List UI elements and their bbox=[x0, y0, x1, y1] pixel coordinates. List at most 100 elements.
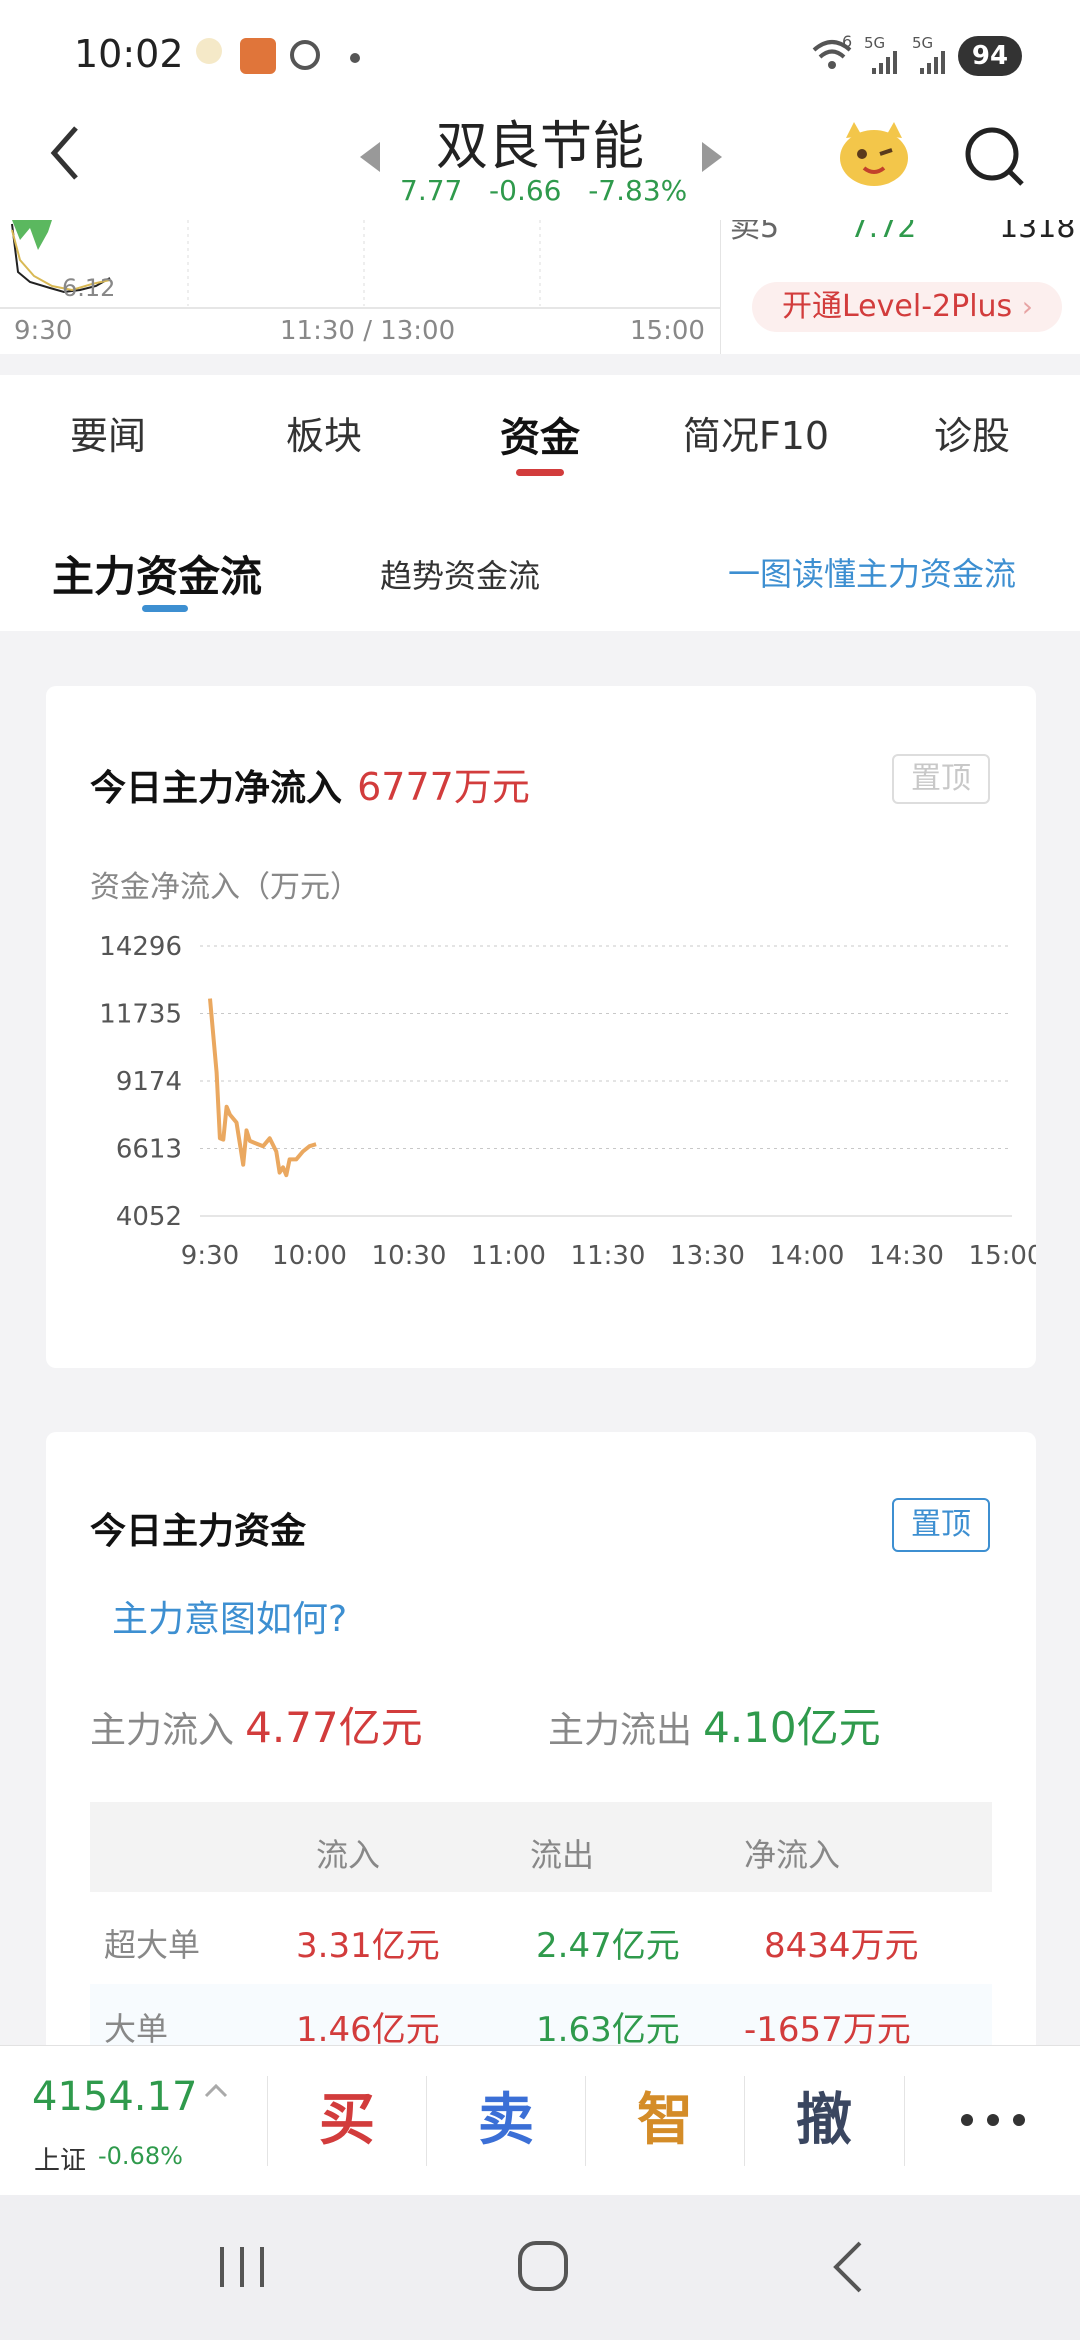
x-tick-label: 15:00 bbox=[969, 1241, 1036, 1271]
x-tick-label: 10:00 bbox=[272, 1241, 347, 1271]
subtab-main-flow[interactable]: 主力资金流 bbox=[52, 543, 262, 604]
home-icon bbox=[518, 2241, 568, 2291]
signal-icon-1 bbox=[870, 50, 902, 74]
x-tick-label: 11:30 bbox=[571, 1241, 646, 1271]
pin-top-button-disabled[interactable]: 置顶 bbox=[892, 754, 990, 804]
row-net: -1657万元 bbox=[744, 2010, 911, 2050]
inflow-label: 主力流入 bbox=[90, 1710, 235, 1751]
mascot-avatar[interactable] bbox=[836, 120, 912, 188]
level2-upgrade-label: 开通Level-2Plus bbox=[782, 289, 1013, 324]
row-name: 大单 bbox=[104, 2010, 169, 2048]
pin-top-button[interactable]: 置顶 bbox=[892, 1498, 990, 1552]
smart-button[interactable]: 智 bbox=[586, 2046, 744, 2196]
pin-top-active-label: 置顶 bbox=[911, 1507, 971, 1542]
smart-label: 智 bbox=[637, 2088, 693, 2153]
bottom-trade-bar: 4154.17 上证 -0.68% 买 卖 智 撤 bbox=[0, 2045, 1080, 2195]
tab-bar: 要闻 板块 资金 简况F10 诊股 bbox=[0, 375, 1080, 491]
subtab-active-indicator bbox=[142, 605, 188, 612]
tab-news-label: 要闻 bbox=[69, 414, 146, 458]
row-in: 1.46亿元 bbox=[296, 2010, 440, 2050]
order-book-label: 卖5 bbox=[730, 220, 780, 242]
capital-subtabs: 主力资金流 趋势资金流 一图读懂主力资金流 bbox=[0, 491, 1080, 631]
x-tick-label: 9:30 bbox=[181, 1241, 239, 1271]
signal-icon-2 bbox=[918, 50, 950, 74]
row-in: 3.31亿元 bbox=[296, 1926, 440, 1966]
next-stock-button[interactable] bbox=[698, 140, 726, 174]
outflow-summary: 主力流出 4.10亿元 bbox=[548, 1694, 881, 1755]
chevron-up-icon bbox=[204, 2082, 228, 2100]
level2-upgrade-button[interactable]: 开通Level-2Plus › bbox=[752, 282, 1062, 332]
index-change: -0.68% bbox=[98, 2142, 183, 2170]
tab-diagnose[interactable]: 诊股 bbox=[864, 405, 1080, 460]
battery-indicator: 94 bbox=[958, 36, 1022, 76]
main-intent-link[interactable]: 主力意图如何? bbox=[112, 1590, 347, 1642]
system-nav-bar bbox=[0, 2195, 1080, 2340]
tab-active-indicator bbox=[516, 469, 564, 476]
tab-news[interactable]: 要闻 bbox=[0, 405, 216, 460]
row-out: 1.63亿元 bbox=[536, 2010, 680, 2050]
outflow-value: 4.10亿元 bbox=[703, 1703, 881, 1752]
outflow-label: 主力流出 bbox=[548, 1710, 693, 1751]
y-tick-label: 9174 bbox=[116, 1067, 182, 1097]
more-dots-icon bbox=[961, 2114, 1025, 2126]
stock-change-pct: -7.83% bbox=[588, 174, 688, 207]
cancel-order-label: 撤 bbox=[796, 2088, 852, 2153]
y-tick-label: 4052 bbox=[116, 1202, 182, 1232]
row-name: 超大单 bbox=[104, 1926, 201, 1964]
system-back-button[interactable] bbox=[822, 2237, 872, 2297]
capital-summary-title: 今日主力资金 bbox=[90, 1511, 307, 1552]
sell-label: 卖 bbox=[478, 2088, 534, 2153]
stock-title: 双良节能 bbox=[435, 117, 644, 177]
index-value: 4154.17 bbox=[32, 2074, 198, 2120]
status-time: 10:02 bbox=[74, 32, 184, 76]
recent-apps-icon bbox=[220, 2247, 264, 2287]
x-tick-label: 10:30 bbox=[372, 1241, 447, 1271]
buy-button[interactable]: 买 bbox=[268, 2046, 426, 2196]
mini-time-mid: 11:30 / 13:00 bbox=[280, 316, 456, 346]
x-tick-label: 14:00 bbox=[770, 1241, 845, 1271]
buy-label: 买 bbox=[319, 2088, 375, 2153]
net-inflow-title: 今日主力净流入 bbox=[90, 768, 343, 809]
tab-capital-label: 资金 bbox=[500, 415, 580, 461]
mini-chart-divider bbox=[720, 220, 721, 354]
stock-quote-row: 7.77 -0.66 -7.83% bbox=[400, 174, 687, 207]
mini-time-end: 15:00 bbox=[630, 316, 705, 346]
chart-y-axis-title: 资金净流入（万元） bbox=[90, 870, 360, 905]
row-out: 2.47亿元 bbox=[536, 1926, 680, 1966]
order-book-price: 7.72 bbox=[849, 220, 917, 242]
tab-capital[interactable]: 资金 bbox=[432, 405, 648, 463]
tab-diagnose-label: 诊股 bbox=[933, 414, 1010, 458]
index-widget[interactable]: 4154.17 上证 -0.68% bbox=[32, 2068, 252, 2178]
table-row: 超大单 3.31亿元 2.47亿元 8434万元 bbox=[90, 1892, 992, 1984]
tab-sector-label: 板块 bbox=[285, 414, 362, 458]
cancel-order-button[interactable]: 撤 bbox=[745, 2046, 903, 2196]
tab-sector[interactable]: 板块 bbox=[216, 405, 432, 460]
explain-flow-link[interactable]: 一图读懂主力资金流 bbox=[728, 549, 1016, 595]
x-tick-label: 13:30 bbox=[670, 1241, 745, 1271]
sell-button[interactable]: 卖 bbox=[427, 2046, 585, 2196]
notification-dot-icon bbox=[350, 53, 360, 63]
recent-apps-button[interactable] bbox=[212, 2239, 272, 2295]
system-back-icon bbox=[833, 2241, 862, 2293]
mini-time-start: 9:30 bbox=[14, 316, 73, 346]
intraday-mini-chart[interactable]: 6.12 9:30 11:30 / 13:00 15:00 卖5 7.72 13… bbox=[0, 220, 1080, 354]
net-inflow-value: 6777万元 bbox=[357, 765, 530, 809]
stock-change: -0.66 bbox=[489, 174, 562, 207]
wifi-badge: 6 bbox=[842, 32, 853, 51]
col-header-out: 流出 bbox=[530, 1836, 595, 1874]
row-net: 8434万元 bbox=[764, 1926, 919, 1966]
y-tick-label: 11735 bbox=[99, 1000, 182, 1030]
order-book-clip: 卖5 7.72 1318 bbox=[730, 220, 1080, 242]
capital-summary-card: 今日主力资金 置顶 主力意图如何? 主力流入 4.77亿元 主力流出 4.10亿… bbox=[46, 1432, 1036, 2132]
alarm-icon bbox=[290, 40, 320, 70]
red-envelope-icon bbox=[240, 38, 276, 74]
subtab-trend-flow[interactable]: 趋势资金流 bbox=[380, 551, 540, 597]
more-button[interactable] bbox=[905, 2046, 1080, 2196]
tab-f10[interactable]: 简况F10 bbox=[648, 405, 864, 460]
pin-top-label: 置顶 bbox=[911, 761, 971, 796]
col-header-in: 流入 bbox=[316, 1836, 381, 1874]
search-icon bbox=[965, 127, 1024, 186]
home-button[interactable] bbox=[514, 2237, 574, 2297]
net-inflow-chart: 14296 11735 9174 6613 4052 9:30 10:00 10:30 11:0… bbox=[99, 932, 1036, 1271]
search-button[interactable] bbox=[962, 124, 1028, 190]
